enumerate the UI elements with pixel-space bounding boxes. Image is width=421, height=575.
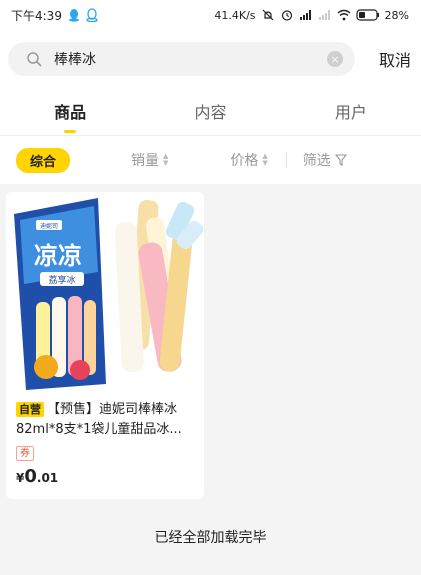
clear-icon[interactable]: ×: [327, 51, 343, 67]
cancel-button[interactable]: 取消: [379, 47, 411, 71]
end-of-list-message: 已经全部加载完毕: [154, 530, 267, 546]
search-icon: [27, 52, 42, 67]
price-integer: 0: [24, 466, 37, 487]
price-decimal: .01: [36, 471, 59, 485]
search-input[interactable]: 棒棒冰 ×: [8, 42, 355, 76]
search-row: 棒棒冰 × 取消: [0, 32, 421, 86]
filter-price[interactable]: 价格 ▲ ▼: [230, 150, 267, 170]
no-sim-icon: [318, 10, 330, 20]
filter-sales-label: 销量: [131, 153, 160, 169]
package-title-text: 凉凉: [34, 242, 82, 270]
tab-active-indicator: [64, 130, 77, 133]
coupon-badge: 券: [16, 446, 34, 461]
filter-screen-label: 筛选: [302, 153, 331, 169]
qq-outline-icon: [86, 8, 98, 22]
product-grid: 迪妮司 凉凉 荔享冰 自营 【预售】迪妮司棒棒冰82ml*8支*1袋儿童甜品冰..…: [0, 184, 421, 507]
sort-arrows-icon: ▲ ▼: [262, 152, 268, 167]
tab-content-label: 内容: [194, 102, 227, 122]
battery-icon: [355, 9, 379, 21]
filter-bar: 综合 销量 ▲ ▼ 价格 ▲ ▼ 筛选: [0, 136, 421, 184]
battery-percent: 28%: [384, 8, 409, 22]
search-query: 棒棒冰: [54, 52, 96, 68]
sort-arrows-icon: ▲ ▼: [163, 152, 169, 167]
funnel-icon: [334, 154, 347, 166]
tab-bar: 商品 内容 用户: [0, 86, 421, 136]
tab-products[interactable]: 商品: [0, 86, 140, 135]
top-area: 下午4:39 41.4K/s 28% 棒棒冰 × 取消 商品 内容 用户 综合 …: [0, 0, 421, 184]
qq-notification-icon: [68, 9, 79, 22]
network-speed: 41.4K/s: [214, 8, 256, 22]
status-bar: 下午4:39 41.4K/s 28%: [0, 0, 421, 30]
package-subtitle-text: 荔享冰: [48, 274, 75, 286]
alarm-icon: [281, 10, 292, 21]
tab-users-label: 用户: [334, 102, 367, 122]
product-image: 迪妮司 凉凉 荔享冰: [6, 192, 204, 392]
tab-products-label: 商品: [54, 102, 87, 122]
product-card[interactable]: 迪妮司 凉凉 荔享冰 自营 【预售】迪妮司棒棒冰82ml*8支*1袋儿童甜品冰..…: [6, 192, 204, 499]
filter-price-label: 价格: [230, 153, 259, 169]
self-operated-badge: 自营: [16, 402, 44, 417]
tab-content[interactable]: 内容: [140, 86, 280, 135]
wifi-icon: [337, 9, 350, 21]
product-title: 自营 【预售】迪妮司棒棒冰82ml*8支*1袋儿童甜品冰...: [16, 400, 194, 440]
package-brand-text: 迪妮司: [40, 222, 58, 230]
filter-screen[interactable]: 筛选: [303, 150, 347, 170]
status-time: 下午4:39: [11, 8, 62, 23]
tab-users[interactable]: 用户: [281, 86, 421, 135]
hd-signal-icon: [299, 10, 311, 20]
filter-divider: [285, 153, 287, 167]
popsicle-product-illustration: 迪妮司 凉凉 荔享冰: [14, 198, 204, 390]
filter-sales[interactable]: 销量 ▲ ▼: [131, 150, 168, 170]
product-price: ¥0.01: [16, 466, 194, 487]
filter-comprehensive[interactable]: 综合: [16, 147, 71, 173]
mute-bell-icon: [262, 9, 273, 21]
